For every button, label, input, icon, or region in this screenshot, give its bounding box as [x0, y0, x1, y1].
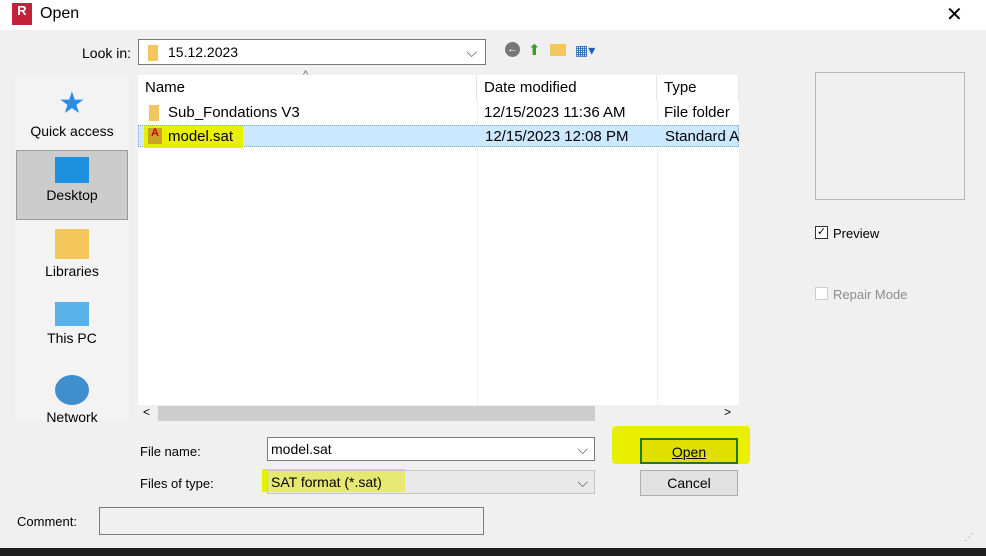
- file-date: 12/15/2023 11:36 AM: [484, 104, 626, 121]
- look-in-select[interactable]: 15.12.2023 ⌵: [138, 39, 486, 65]
- file-name-value: model.sat: [271, 441, 332, 457]
- column-date[interactable]: Date modified: [477, 75, 657, 101]
- chevron-down-icon[interactable]: ⌵: [577, 471, 588, 493]
- place-label: Libraries: [45, 263, 99, 279]
- chevron-down-icon: ⌵: [466, 44, 477, 60]
- back-icon[interactable]: ←: [505, 42, 520, 57]
- resize-grip-icon[interactable]: ⋰: [964, 532, 974, 543]
- file-row[interactable]: Sub_Fondations V3 12/15/2023 11:36 AM Fi…: [138, 102, 739, 124]
- window-title: Open: [40, 5, 80, 22]
- up-folder-icon[interactable]: ⬆: [528, 41, 541, 59]
- file-name-input[interactable]: model.sat ⌵: [267, 437, 595, 461]
- computer-icon: [55, 302, 89, 326]
- file-type: Standard A: [665, 128, 740, 145]
- preview-checkbox[interactable]: ✓: [815, 226, 828, 239]
- open-dialog: R Open ✕ Look in: 15.12.2023 ⌵ ← ⬆ ▦▾ ★ Q…: [0, 0, 986, 548]
- preview-label: Preview: [833, 226, 880, 241]
- file-list[interactable]: Name ^ Date modified Type Sub_Fondations…: [138, 69, 740, 422]
- sort-up-icon: ^: [303, 69, 309, 81]
- comment-label: Comment:: [17, 514, 77, 529]
- cancel-button[interactable]: Cancel: [640, 470, 738, 496]
- place-this-pc[interactable]: This PC: [16, 296, 128, 366]
- scroll-right-icon[interactable]: >: [724, 405, 731, 419]
- place-quick-access[interactable]: ★ Quick access: [16, 83, 128, 153]
- open-button[interactable]: Open: [640, 438, 738, 464]
- place-desktop[interactable]: Desktop: [16, 150, 128, 220]
- network-icon: [55, 375, 89, 405]
- view-menu-icon[interactable]: ▦▾: [575, 42, 595, 59]
- places-bar: ★ Quick access Desktop Libraries This PC …: [15, 75, 129, 425]
- file-type: File folder: [664, 104, 730, 121]
- title-bar: R Open ✕: [0, 0, 986, 30]
- libraries-icon: [55, 229, 89, 259]
- file-type-label: Files of type:: [140, 476, 214, 491]
- file-row-selected[interactable]: A model.sat 12/15/2023 12:08 PM Standard…: [138, 125, 740, 148]
- file-name-label: File name:: [140, 444, 201, 459]
- file-name: Sub_Fondations V3: [168, 104, 300, 121]
- close-icon[interactable]: ✕: [946, 2, 963, 27]
- folder-icon: [148, 45, 158, 62]
- desktop-icon: [55, 157, 89, 183]
- folder-icon: [149, 105, 159, 121]
- place-label: Network: [46, 409, 98, 425]
- file-type-value: SAT format (*.sat): [271, 474, 382, 490]
- preview-pane: [815, 72, 965, 200]
- place-label: Desktop: [46, 187, 98, 203]
- new-folder-icon[interactable]: [550, 44, 566, 56]
- scroll-thumb[interactable]: [158, 406, 595, 421]
- star-icon: ★: [58, 87, 86, 120]
- file-type-select[interactable]: SAT format (*.sat) ⌵: [267, 470, 595, 494]
- place-libraries[interactable]: Libraries: [16, 223, 128, 293]
- scroll-left-icon[interactable]: <: [143, 405, 150, 419]
- sat-file-icon: A: [144, 126, 168, 148]
- repair-mode-checkbox[interactable]: [815, 287, 828, 300]
- file-date: 12/15/2023 12:08 PM: [485, 128, 629, 145]
- look-in-label: Look in:: [82, 45, 132, 61]
- horizontal-scrollbar[interactable]: < >: [138, 405, 739, 422]
- file-name: model.sat: [168, 126, 244, 148]
- look-in-value: 15.12.2023: [168, 44, 239, 60]
- place-label: Quick access: [30, 123, 114, 139]
- chevron-down-icon[interactable]: ⌵: [577, 438, 588, 460]
- place-network[interactable]: Network: [16, 369, 128, 439]
- comment-input[interactable]: [99, 507, 484, 535]
- column-type[interactable]: Type: [657, 75, 739, 101]
- place-label: This PC: [47, 330, 97, 346]
- revit-logo-icon: R: [12, 3, 32, 25]
- repair-mode-label: Repair Mode: [833, 287, 908, 302]
